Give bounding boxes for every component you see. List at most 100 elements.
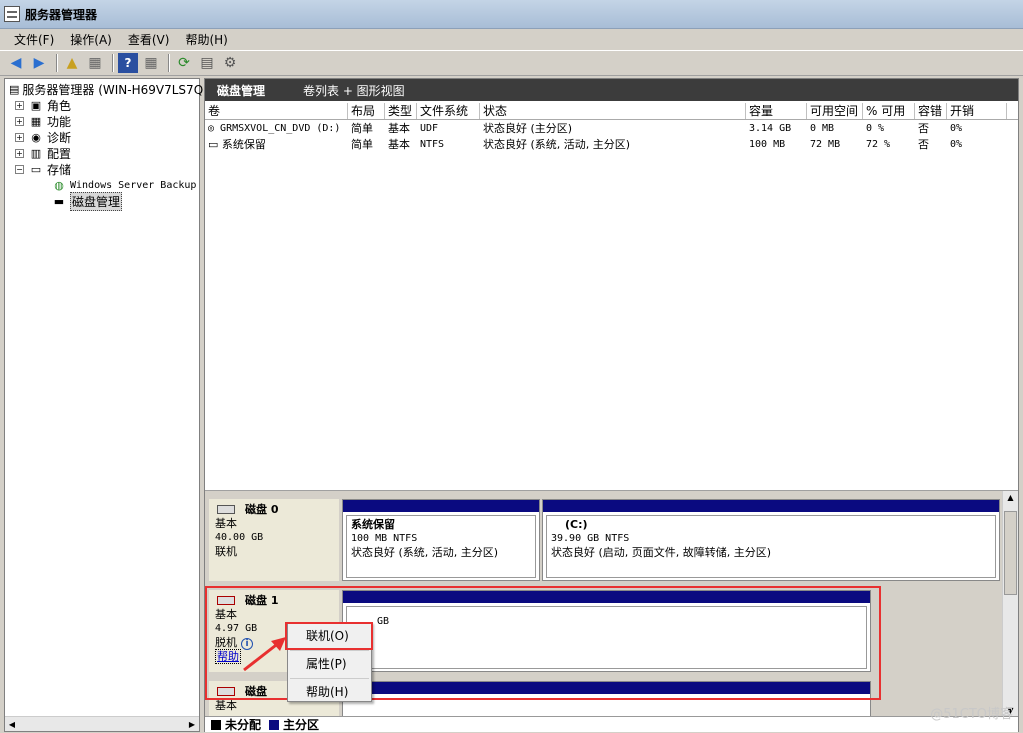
navigation-tree: ▤ 服务器管理器 (WIN-H69V7LS7Q7 + ▣ 角色 + ▦ 功能 +… [5, 79, 211, 211]
col-percent-free[interactable]: % 可用 [863, 103, 915, 119]
disk-status: 联机 [215, 545, 237, 558]
col-fault-tolerance[interactable]: 容错 [915, 103, 947, 119]
help-icon[interactable]: ? [118, 53, 138, 73]
menu-bar: 文件(F) 操作(A) 查看(V) 帮助(H) [0, 29, 1023, 49]
partition-size: 100 MB NTFS [351, 533, 418, 544]
backup-icon: ◍ [54, 178, 64, 192]
expand-icon[interactable]: + [15, 148, 24, 158]
collapse-icon[interactable]: − [15, 164, 24, 174]
show-hide-tree-icon[interactable]: ▦ [85, 53, 105, 73]
primary-partition-bar [543, 500, 999, 512]
refresh-icon[interactable]: ⟳ [174, 53, 194, 73]
disk-size: 40.00 GB [215, 532, 264, 543]
window-title: 服务器管理器 [25, 7, 98, 22]
partition-system-reserved[interactable]: 系统保留 100 MB NTFS 状态良好 (系统, 活动, 主分区) [342, 499, 540, 581]
col-free-space[interactable]: 可用空间 [807, 103, 863, 119]
volume-filesystem: NTFS [420, 138, 445, 150]
volume-type: 基本 [388, 122, 410, 135]
back-icon[interactable]: ◀ [6, 53, 26, 73]
volume-percent-free: 72 % [866, 138, 891, 150]
menu-item-help[interactable]: 帮助(H) [288, 679, 371, 706]
col-capacity[interactable]: 容量 [746, 103, 807, 119]
view-mode-label: 卷列表 + 图形视图 [303, 83, 405, 98]
volume-name: ▭ 系统保留 [208, 138, 266, 151]
unallocated-swatch [211, 719, 221, 730]
hard-disk-icon: ▭ [208, 138, 222, 151]
disk-0-info[interactable]: 磁盘 0 基本 40.00 GB 联机 [209, 499, 339, 581]
expand-icon[interactable]: + [15, 116, 24, 126]
tree-item-features[interactable]: + ▦ 功能 [9, 113, 199, 129]
col-layout[interactable]: 布局 [348, 103, 385, 119]
tree-root[interactable]: ▤ 服务器管理器 (WIN-H69V7LS7Q7 [9, 81, 211, 97]
volume-percent-free: 0 % [866, 122, 885, 134]
scroll-right-icon[interactable]: ▶ [185, 718, 199, 731]
volume-fault-tolerance: 否 [918, 122, 929, 135]
primary-partition-bar [343, 500, 539, 512]
menu-action[interactable]: 操作(A) [62, 31, 120, 48]
legend-unallocated: 未分配 [225, 718, 262, 732]
dvd-drive-icon: ◎ [208, 122, 221, 134]
volume-overhead: 0% [950, 122, 963, 134]
online-highlight [285, 622, 373, 650]
tree-horizontal-scrollbar[interactable]: ◀ ▶ [5, 716, 199, 731]
partition-name: (C:) [565, 518, 588, 531]
volume-list: 卷 布局 类型 文件系统 状态 容量 可用空间 % 可用 容错 开销 ◎ GRM… [205, 103, 1018, 152]
menu-item-properties[interactable]: 属性(P) [288, 651, 371, 678]
watermark: @51CTO博客 [930, 707, 1013, 722]
volume-name: ◎ GRMSXVOL_CN_DVD (D:) [208, 122, 341, 134]
col-type[interactable]: 类型 [385, 103, 417, 119]
volume-filesystem: UDF [420, 122, 439, 134]
server-manager-icon [4, 6, 20, 22]
volume-status: 状态良好 (系统, 活动, 主分区) [483, 138, 631, 151]
disk-name: 磁盘 0 [245, 503, 279, 516]
scroll-left-icon[interactable]: ◀ [5, 718, 19, 731]
volume-layout: 简单 [351, 138, 373, 151]
graphical-view-scrollbar[interactable]: ▲ ▼ [1002, 491, 1018, 717]
volume-free: 72 MB [810, 138, 841, 150]
pane-title: 磁盘管理 [217, 83, 266, 98]
volume-list-header: 卷 布局 类型 文件系统 状态 容量 可用空间 % 可用 容错 开销 [205, 103, 1018, 120]
menu-file[interactable]: 文件(F) [6, 31, 62, 48]
up-folder-icon[interactable]: ▲ [62, 53, 82, 73]
tree-item-configuration[interactable]: + ▥ 配置 [9, 145, 199, 161]
partition-c[interactable]: (C:) 39.90 GB NTFS 状态良好 (启动, 页面文件, 故障转储,… [542, 499, 1000, 581]
volume-capacity: 3.14 GB [749, 122, 792, 134]
volume-free: 0 MB [810, 122, 835, 134]
partition-name: 系统保留 [351, 518, 395, 531]
tree-item-diagnostics[interactable]: + ◉ 诊断 [9, 129, 199, 145]
expand-icon[interactable]: + [15, 100, 24, 110]
pane-header: 磁盘管理 卷列表 + 图形视图 [205, 79, 1018, 101]
toolbar-separator [56, 54, 58, 72]
partition-status: 状态良好 (启动, 页面文件, 故障转储, 主分区) [551, 546, 772, 559]
volume-layout: 简单 [351, 122, 373, 135]
primary-swatch [269, 719, 280, 730]
features-icon: ▦ [30, 114, 42, 128]
col-overhead[interactable]: 开销 [947, 103, 1007, 119]
partition-size: 39.90 GB NTFS [551, 533, 630, 544]
menu-help[interactable]: 帮助(H) [177, 31, 235, 48]
col-status[interactable]: 状态 [480, 103, 746, 119]
table-row[interactable]: ▭ 系统保留 简单 基本 NTFS 状态良好 (系统, 活动, 主分区) 100… [205, 136, 1018, 152]
scroll-thumb[interactable] [1004, 511, 1017, 595]
diagnostics-icon: ◉ [31, 130, 41, 144]
expand-icon[interactable]: + [15, 132, 24, 142]
tree-item-storage[interactable]: − ▭ 存储 [9, 161, 199, 177]
col-volume[interactable]: 卷 [205, 103, 348, 119]
storage-icon: ▭ [30, 162, 42, 176]
console-icon[interactable]: ▦ [141, 53, 161, 73]
disk-management-icon: ▬ [53, 194, 65, 208]
navigation-tree-pane: ▤ 服务器管理器 (WIN-H69V7LS7Q7 + ▣ 角色 + ▦ 功能 +… [4, 78, 211, 732]
toolbar-separator [168, 54, 170, 72]
table-row[interactable]: ◎ GRMSXVOL_CN_DVD (D:) 简单 基本 UDF 状态良好 (主… [205, 120, 1018, 136]
tree-item-disk-management[interactable]: ▬ 磁盘管理 [9, 191, 199, 211]
forward-icon[interactable]: ▶ [29, 53, 49, 73]
tree-item-roles[interactable]: + ▣ 角色 [9, 97, 199, 113]
properties-icon[interactable]: ▤ [197, 53, 217, 73]
title-bar: 服务器管理器 [0, 0, 1023, 29]
menu-view[interactable]: 查看(V) [120, 31, 178, 48]
col-filesystem[interactable]: 文件系统 [417, 103, 480, 119]
partition-status: 状态良好 (系统, 活动, 主分区) [351, 546, 499, 559]
scroll-up-icon[interactable]: ▲ [1003, 491, 1018, 505]
volume-type: 基本 [388, 138, 410, 151]
settings-icon[interactable]: ⚙ [220, 53, 240, 73]
